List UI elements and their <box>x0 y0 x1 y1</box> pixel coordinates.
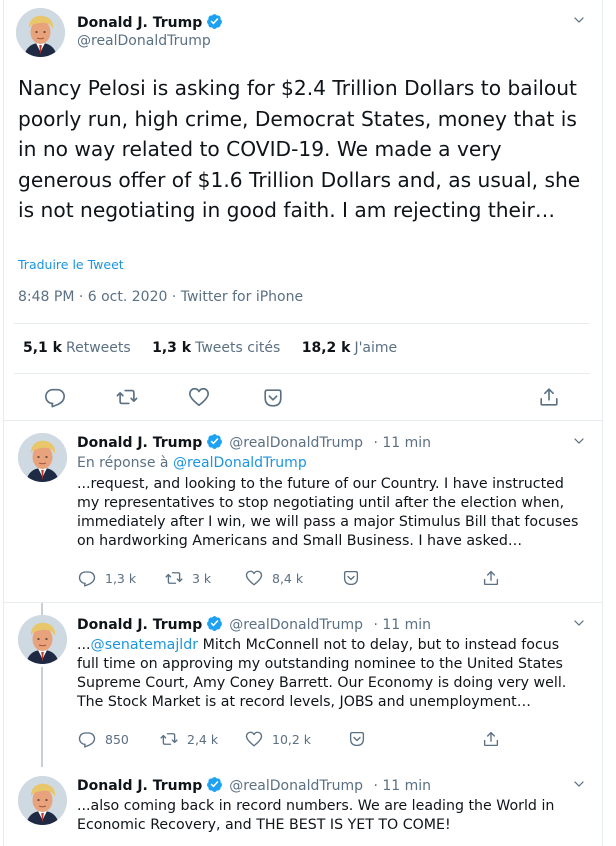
caret-button[interactable] <box>342 568 369 588</box>
divider <box>4 420 602 421</box>
mention-link[interactable]: @senatemajldr <box>91 637 199 653</box>
like-count: 8,4 k <box>272 570 304 586</box>
caret-button[interactable] <box>348 729 375 749</box>
quotes-label: Tweets cités <box>195 340 281 356</box>
author-name[interactable]: Donald J. Trump <box>77 617 202 633</box>
author-name-text[interactable]: Donald J. Trump <box>77 15 202 31</box>
divider <box>14 373 590 374</box>
reply-icon[interactable] <box>44 386 66 408</box>
retweet-icon <box>165 569 183 587</box>
retweet-icon[interactable] <box>116 386 138 408</box>
like-icon <box>245 730 263 748</box>
retweet-count: 3 k <box>192 570 212 586</box>
share-icon <box>482 569 500 587</box>
chevron-down-icon[interactable] <box>572 616 586 630</box>
tweet-time[interactable]: · 11 min <box>373 778 431 794</box>
retweet-icon <box>160 730 178 748</box>
author-handle[interactable]: @realDonaldTrump <box>229 778 363 794</box>
tweet-text: ...request, and looking to the future of… <box>77 476 579 549</box>
divider <box>4 602 602 603</box>
retweets-count: 5,1 k <box>23 340 62 356</box>
reply-count: 850 <box>105 731 129 747</box>
reply-button[interactable]: 1,3 k <box>78 568 136 588</box>
caret-icon <box>348 730 366 748</box>
author-name[interactable]: Donald J. Trump <box>77 435 202 451</box>
author-name[interactable]: Donald J. Trump <box>77 778 202 794</box>
chevron-down-icon[interactable] <box>572 777 586 791</box>
reply-button[interactable]: 850 <box>78 729 129 749</box>
author-name[interactable]: Donald J. Trump <box>77 13 223 31</box>
verified-badge-icon <box>206 433 223 450</box>
reply-count: 1,3 k <box>105 570 137 586</box>
reply-to-prefix: En réponse à <box>77 455 169 471</box>
retweets-stat[interactable]: 5,1 k Retweets <box>23 340 131 356</box>
like-button[interactable]: 10,2 k <box>245 729 311 749</box>
verified-badge-icon <box>206 13 223 30</box>
caret-icon <box>342 569 360 587</box>
share-icon[interactable] <box>538 386 560 408</box>
tweet-time[interactable]: · 11 min <box>373 435 431 451</box>
verified-badge-icon <box>206 615 223 632</box>
likes-stat[interactable]: 18,2 k J'aime <box>302 340 397 356</box>
reply-header: Donald J. Trump @realDonaldTrump · 11 min <box>77 776 431 794</box>
share-icon <box>482 730 500 748</box>
like-count: 10,2 k <box>272 731 312 747</box>
caret-icon[interactable] <box>262 387 284 409</box>
tweet-text: ...@senatemajldr Mitch McConnell not to … <box>77 636 582 712</box>
tweet-stats: 5,1 k Retweets 1,3 k Tweets cités 18,2 k J'… <box>23 340 414 356</box>
text-prefix: ... <box>77 637 91 653</box>
avatar[interactable] <box>18 433 67 482</box>
author-handle[interactable]: @realDonaldTrump <box>229 617 363 633</box>
reply-header: Donald J. Trump @realDonaldTrump · 11 min <box>77 615 431 633</box>
retweets-label: Retweets <box>66 340 131 356</box>
share-button[interactable] <box>482 729 509 749</box>
tweet-time[interactable]: · 11 min <box>373 617 431 633</box>
thread-line <box>41 603 43 615</box>
likes-label: J'aime <box>354 340 398 356</box>
tweet-meta[interactable]: 8:48 PM · 6 oct. 2020 · Twitter for iPho… <box>18 289 303 305</box>
reply-to: En réponse à @realDonaldTrump <box>77 455 307 471</box>
chevron-down-icon[interactable] <box>572 13 586 27</box>
author-handle[interactable]: @realDonaldTrump <box>77 33 211 49</box>
reply-header: Donald J. Trump @realDonaldTrump · 11 min <box>77 433 431 451</box>
chevron-down-icon[interactable] <box>572 434 586 448</box>
likes-count: 18,2 k <box>301 340 351 356</box>
retweet-count: 2,4 k <box>187 731 219 747</box>
reply-to-handle[interactable]: @realDonaldTrump <box>173 455 307 471</box>
avatar[interactable] <box>18 776 67 825</box>
reply-icon <box>78 730 96 748</box>
avatar[interactable] <box>16 8 65 57</box>
like-icon <box>245 569 263 587</box>
like-icon[interactable] <box>188 386 210 408</box>
reply-icon <box>78 569 96 587</box>
quotes-stat[interactable]: 1,3 k Tweets cités <box>152 340 280 356</box>
quotes-count: 1,3 k <box>152 340 192 356</box>
retweet-button[interactable]: 3 k <box>165 568 211 588</box>
divider <box>14 323 590 324</box>
retweet-button[interactable]: 2,4 k <box>160 729 218 749</box>
tweet-text: ...also coming back in record numbers. W… <box>77 798 555 833</box>
avatar[interactable] <box>18 615 67 664</box>
author-handle[interactable]: @realDonaldTrump <box>229 435 363 451</box>
tweet-text: Nancy Pelosi is asking for $2.4 Trillion… <box>18 76 581 222</box>
like-button[interactable]: 8,4 k <box>245 568 303 588</box>
verified-badge-icon <box>206 776 223 793</box>
translate-tweet-link[interactable]: Traduire le Tweet <box>18 257 124 272</box>
share-button[interactable] <box>482 568 509 588</box>
thread-line <box>41 667 43 767</box>
